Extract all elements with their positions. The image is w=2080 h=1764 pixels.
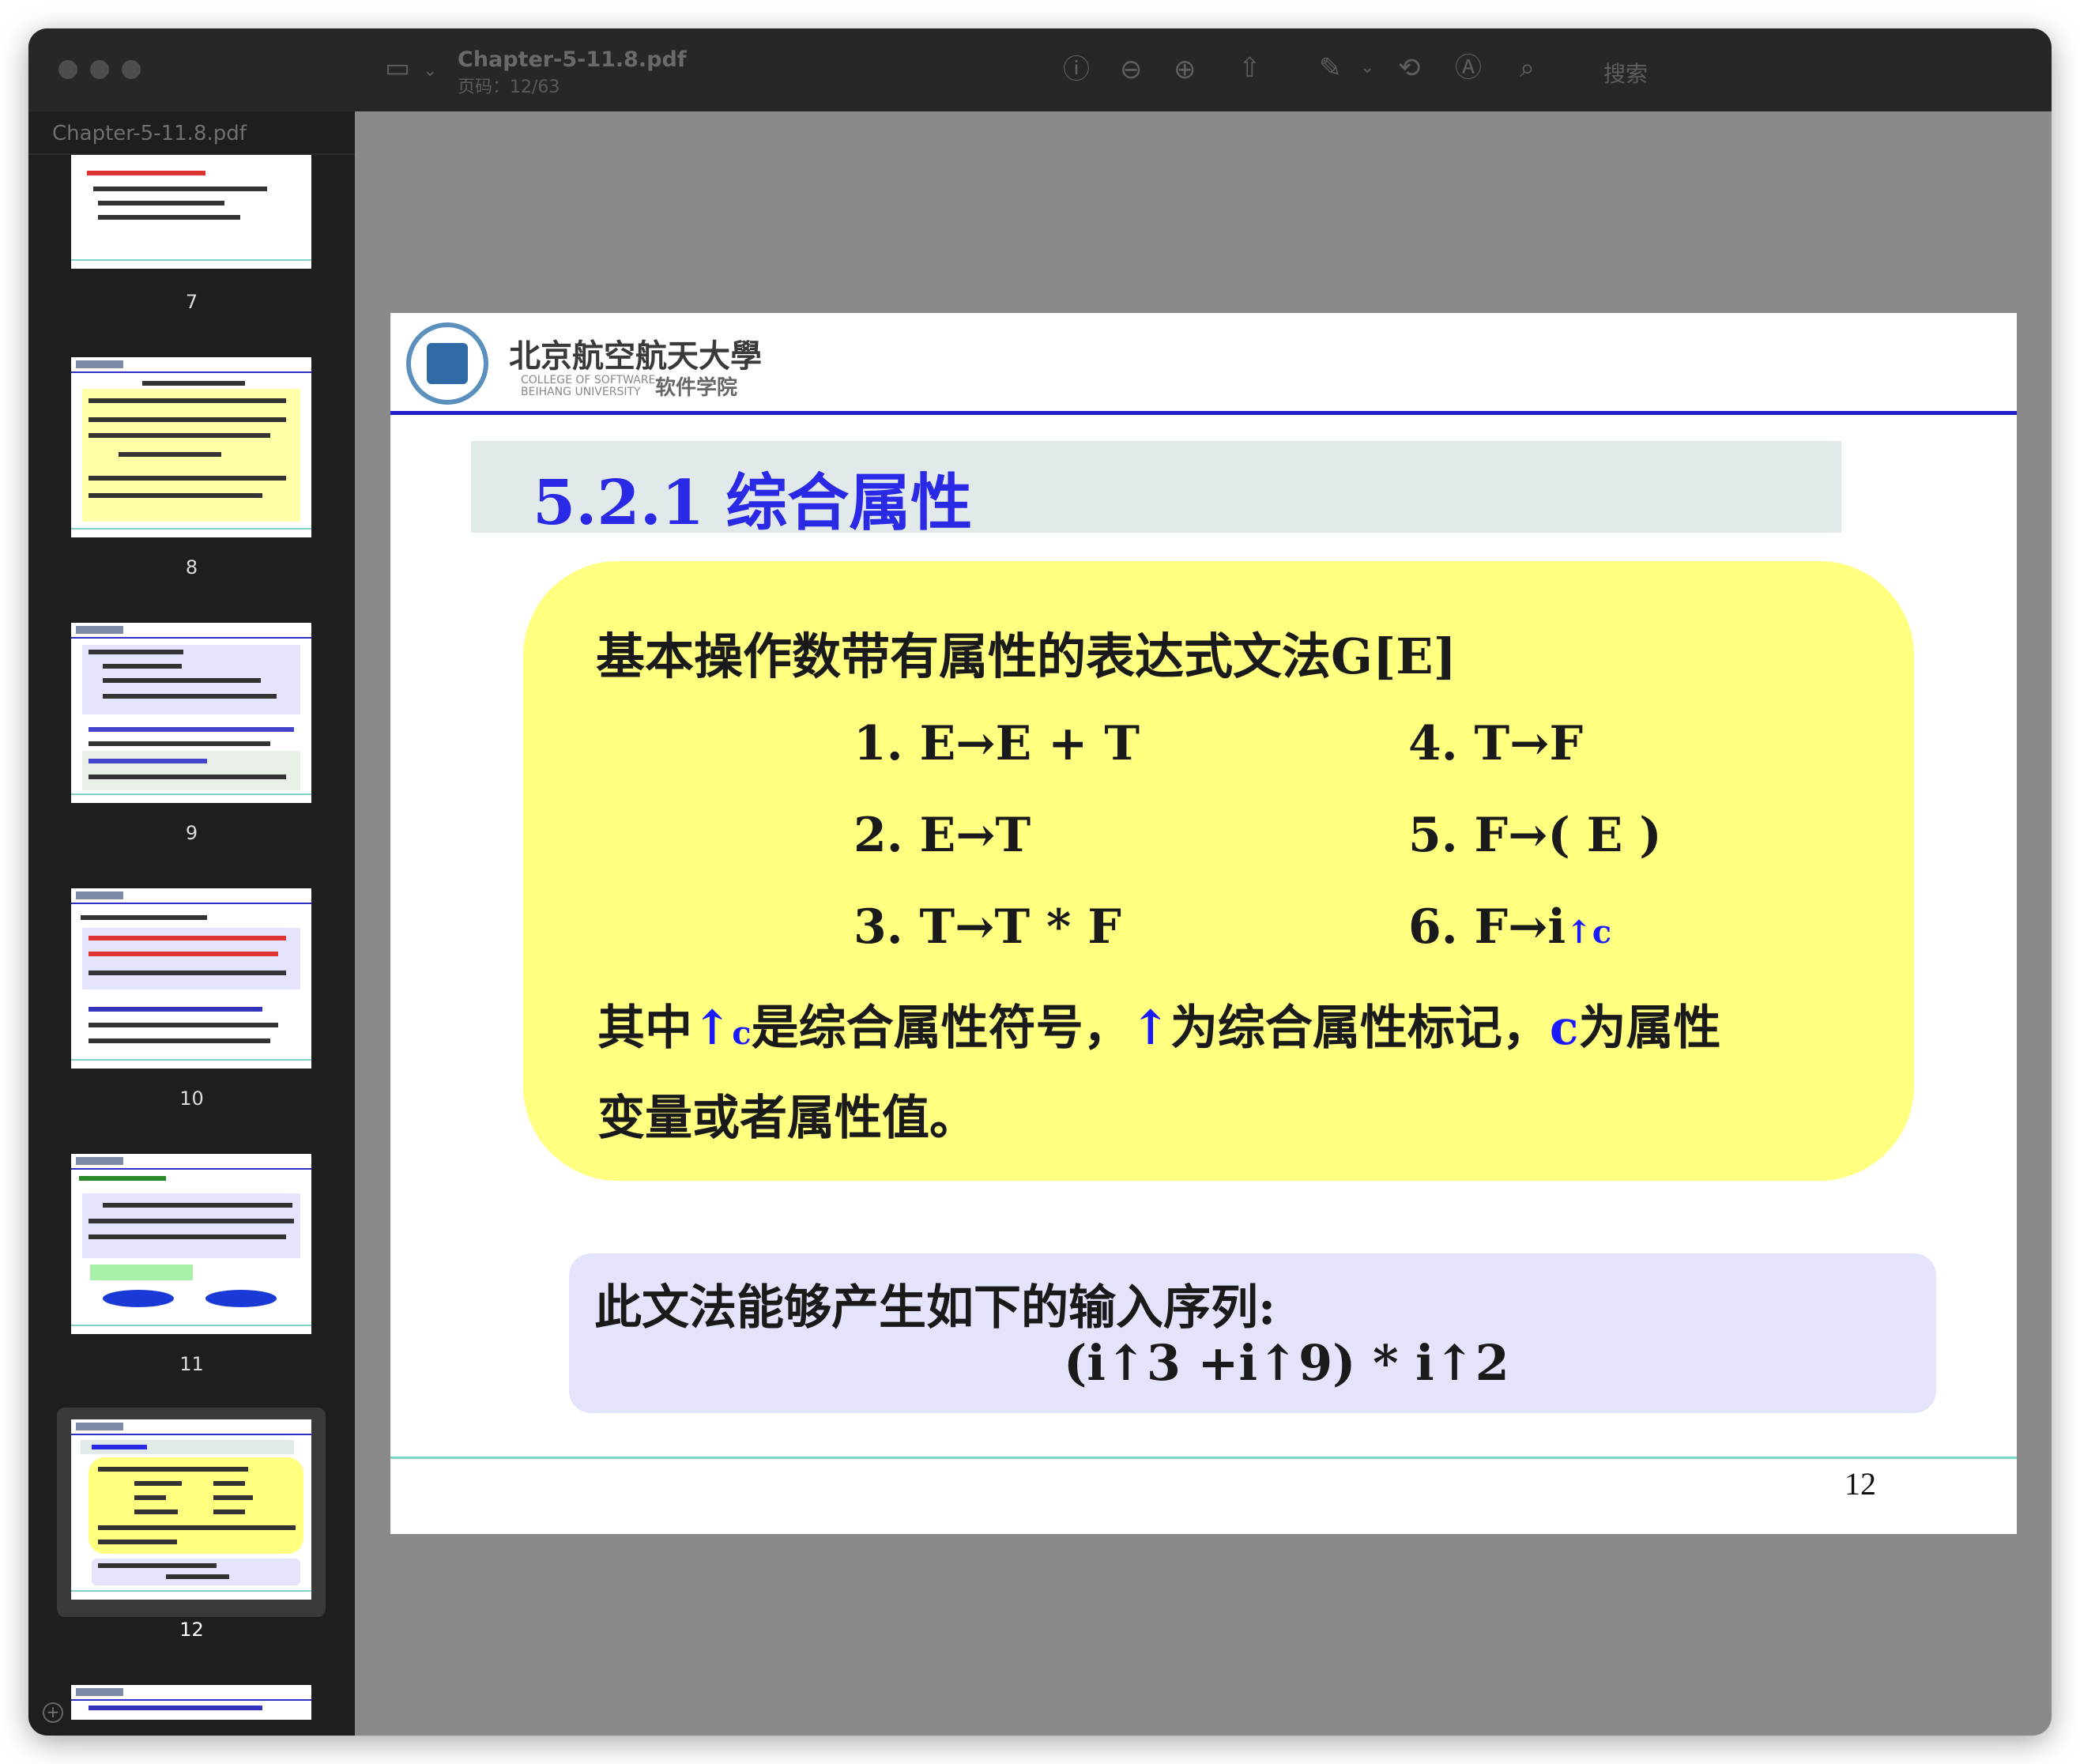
thumbnail-sidebar: Chapter-5-11.8.pdf 7 8 9 10 11 12 + xyxy=(28,28,355,1736)
university-logo-icon xyxy=(406,322,488,405)
description-line-2: 变量或者属性值。 xyxy=(597,1091,977,1146)
logo-english-text: COLLEGE OF SOFTWARE BEIHANG UNIVERSITY xyxy=(521,374,656,398)
thumbnail-page-7[interactable] xyxy=(71,155,311,269)
info-icon[interactable]: ⓘ xyxy=(1063,54,1090,85)
search-field[interactable]: 搜索 xyxy=(1603,57,1648,89)
thumbnail-page-8[interactable] xyxy=(71,357,311,537)
rotate-icon[interactable]: ⟲ xyxy=(1398,52,1421,84)
input-sequence: (i↑3 +i↑9) * i↑2 xyxy=(1064,1334,1509,1392)
thumbnail-label: 11 xyxy=(179,1353,204,1375)
production-5: 5. F→( E ) xyxy=(1408,808,1662,863)
chevron-down-icon[interactable]: ⌄ xyxy=(1360,52,1374,84)
header-divider xyxy=(390,411,2017,415)
logo-college-name: 软件学院 xyxy=(655,376,738,400)
pdf-page: 北京航空航天大學 COLLEGE OF SOFTWARE BEIHANG UNI… xyxy=(390,313,2017,1534)
logo-university-name: 北京航空航天大學 xyxy=(509,337,762,375)
share-icon[interactable]: ⇧ xyxy=(1238,52,1261,84)
slide-title: 5.2.1 综合属性 xyxy=(533,467,973,539)
thumbnail-page-10[interactable] xyxy=(71,888,311,1069)
production-3: 3. T→T * F xyxy=(853,899,1121,955)
thumbnail-label: 9 xyxy=(185,822,198,844)
zoom-in-icon[interactable]: ⊕ xyxy=(1174,54,1196,85)
thumbnail-label-selected: 12 xyxy=(179,1619,204,1641)
thumbnail-list[interactable]: 7 8 9 10 11 12 xyxy=(28,155,355,1720)
production-4: 4. T→F xyxy=(1408,716,1584,771)
slide-page-number: 12 xyxy=(1844,1466,1876,1502)
production-2: 2. E→T xyxy=(853,808,1031,863)
thumbnail-page-11[interactable] xyxy=(71,1154,311,1334)
sidebar-titlebar xyxy=(28,28,355,111)
footer-divider xyxy=(390,1457,2017,1459)
page-indicator: 页码：12/63 xyxy=(458,77,560,97)
toolbar: ▭ ⌄ Chapter-5-11.8.pdf 页码：12/63 ⓘ ⊖ ⊕ ⇧ … xyxy=(355,28,2052,111)
document-title: Chapter-5-11.8.pdf xyxy=(458,47,687,72)
highlight-icon[interactable]: ✎ xyxy=(1319,52,1342,84)
add-page-icon[interactable]: + xyxy=(43,1702,63,1723)
sequence-heading: 此文法能够产生如下的输入序列: xyxy=(594,1280,1276,1336)
minimize-window-button[interactable] xyxy=(90,60,109,79)
search-icon[interactable]: ⌕ xyxy=(1520,52,1535,84)
thumbnail-page-13[interactable] xyxy=(71,1685,311,1720)
preview-window: Chapter-5-11.8.pdf 7 8 9 10 11 12 + ▭ ⌄ … xyxy=(28,28,2052,1736)
close-window-button[interactable] xyxy=(58,60,77,79)
zoom-out-icon[interactable]: ⊖ xyxy=(1120,54,1143,85)
markup-icon[interactable]: Ⓐ xyxy=(1455,52,1482,84)
sidebar-document-title: Chapter-5-11.8.pdf xyxy=(52,122,247,145)
thumbnail-page-12[interactable] xyxy=(71,1419,311,1600)
chevron-down-icon[interactable]: ⌄ xyxy=(423,55,437,87)
thumbnail-label: 8 xyxy=(185,556,198,579)
production-6: 6. F→i↑c xyxy=(1408,899,1612,955)
production-1: 1. E→E + T xyxy=(853,716,1140,771)
description-line-1: 其中↑c是综合属性符号，↑为综合属性标记，c为属性 xyxy=(597,1001,1721,1056)
thumbnail-page-9[interactable] xyxy=(71,623,311,803)
sidebar-icon[interactable]: ▭ xyxy=(385,52,410,84)
zoom-window-button[interactable] xyxy=(122,60,141,79)
grammar-heading: 基本操作数带有属性的表达式文法G[E] xyxy=(596,628,1456,685)
thumbnail-label: 10 xyxy=(179,1087,204,1110)
thumbnail-label: 7 xyxy=(185,291,198,313)
